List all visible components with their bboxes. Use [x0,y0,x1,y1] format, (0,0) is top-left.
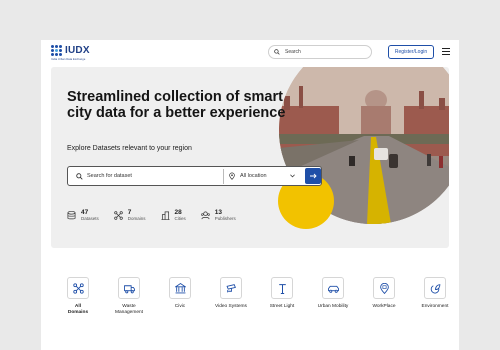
stat-value: 28 [174,209,182,216]
domain-icon-box [67,277,89,299]
domain-all[interactable]: All Domains [58,277,98,316]
domain-urban-mobility[interactable]: Urban Mobility [313,277,353,310]
stat-domains: 7 Domains [114,209,146,222]
domain-civic[interactable]: Civic [160,277,200,310]
civic-building-icon [174,282,186,293]
cctv-camera-icon [226,283,236,292]
domain-label: Street Light [269,304,295,309]
domain-label: Urban Mobility [317,304,349,309]
car-icon [327,285,339,293]
domain-waste-management[interactable]: Waste Management [109,277,149,316]
dataset-search-input[interactable]: Search for dataset [87,172,132,181]
hero-subtitle: Explore Datasets relevant to your region [67,145,192,152]
domain-icon-box [169,277,191,299]
hero-section: Streamlined collection of smart city dat… [51,67,449,248]
domain-video-systems[interactable]: Video Systems [211,277,251,310]
stat-value: 13 [214,209,223,216]
domain-icon-box [220,277,242,299]
stat-label: Cities [174,216,186,221]
city-icon [160,211,170,220]
register-login-button[interactable]: Register/Login [388,45,434,59]
stat-label: Datasets [81,216,99,221]
domain-workplace[interactable]: WorkPlace [364,277,404,310]
domain-label: Environment [421,304,449,309]
domain-label: Civic [174,304,186,309]
logo-text: IUDX [65,45,90,56]
stat-label: Publishers [214,216,236,221]
environment-icon [430,283,440,293]
publishers-icon [200,211,210,220]
search-submit-button[interactable] [305,168,321,184]
stats-row: 47 Datasets 7 Domains 28 Cities 13 Publisher… [67,209,251,222]
stat-datasets: 47 Datasets [67,209,99,222]
iudx-logo-icon [51,45,63,57]
domain-icon-box [271,277,293,299]
logo-tagline: India Urban Data Exchange [51,58,86,61]
domain-icon-box [373,277,395,299]
header-search-input[interactable]: Search [268,45,372,59]
garbage-truck-icon [123,284,135,293]
location-select[interactable]: All location [240,172,267,181]
workplace-pin-icon [379,282,389,294]
chevron-down-icon[interactable] [290,174,295,178]
domain-label: WorkPlace [372,304,396,309]
search-icon [76,173,83,180]
dataset-search-bar: Search for dataset All location [67,166,322,186]
network-icon [114,211,123,220]
domain-label: Video Systems [215,304,247,309]
stat-publishers: 13 Publishers [200,209,236,222]
location-pin-icon [229,172,235,180]
stat-cities: 28 Cities [160,209,186,222]
street-light-icon [278,283,286,294]
stat-value: 7 [127,209,132,216]
search-icon [274,49,280,55]
database-icon [67,211,76,220]
domain-icon-box [118,277,140,299]
page: IUDX India Urban Data Exchange Search Re… [41,40,459,350]
network-icon [72,282,84,294]
stat-value: 47 [81,209,89,216]
stat-label: Domains [127,216,146,221]
hero-title: Streamlined collection of smart city dat… [67,89,286,121]
domain-icon-box [322,277,344,299]
hamburger-menu-icon[interactable] [442,48,450,55]
domain-label: All Domains [67,304,89,315]
domain-label: Waste Management [115,304,143,315]
search-placeholder: Search [285,49,301,55]
arrow-right-icon [309,173,317,179]
search-divider [223,169,224,184]
domain-icon-box [424,277,446,299]
domain-environment[interactable]: Environment [415,277,455,310]
iudx-logo[interactable]: IUDX India Urban Data Exchange [51,45,90,61]
domain-street-light[interactable]: Street Light [262,277,302,310]
